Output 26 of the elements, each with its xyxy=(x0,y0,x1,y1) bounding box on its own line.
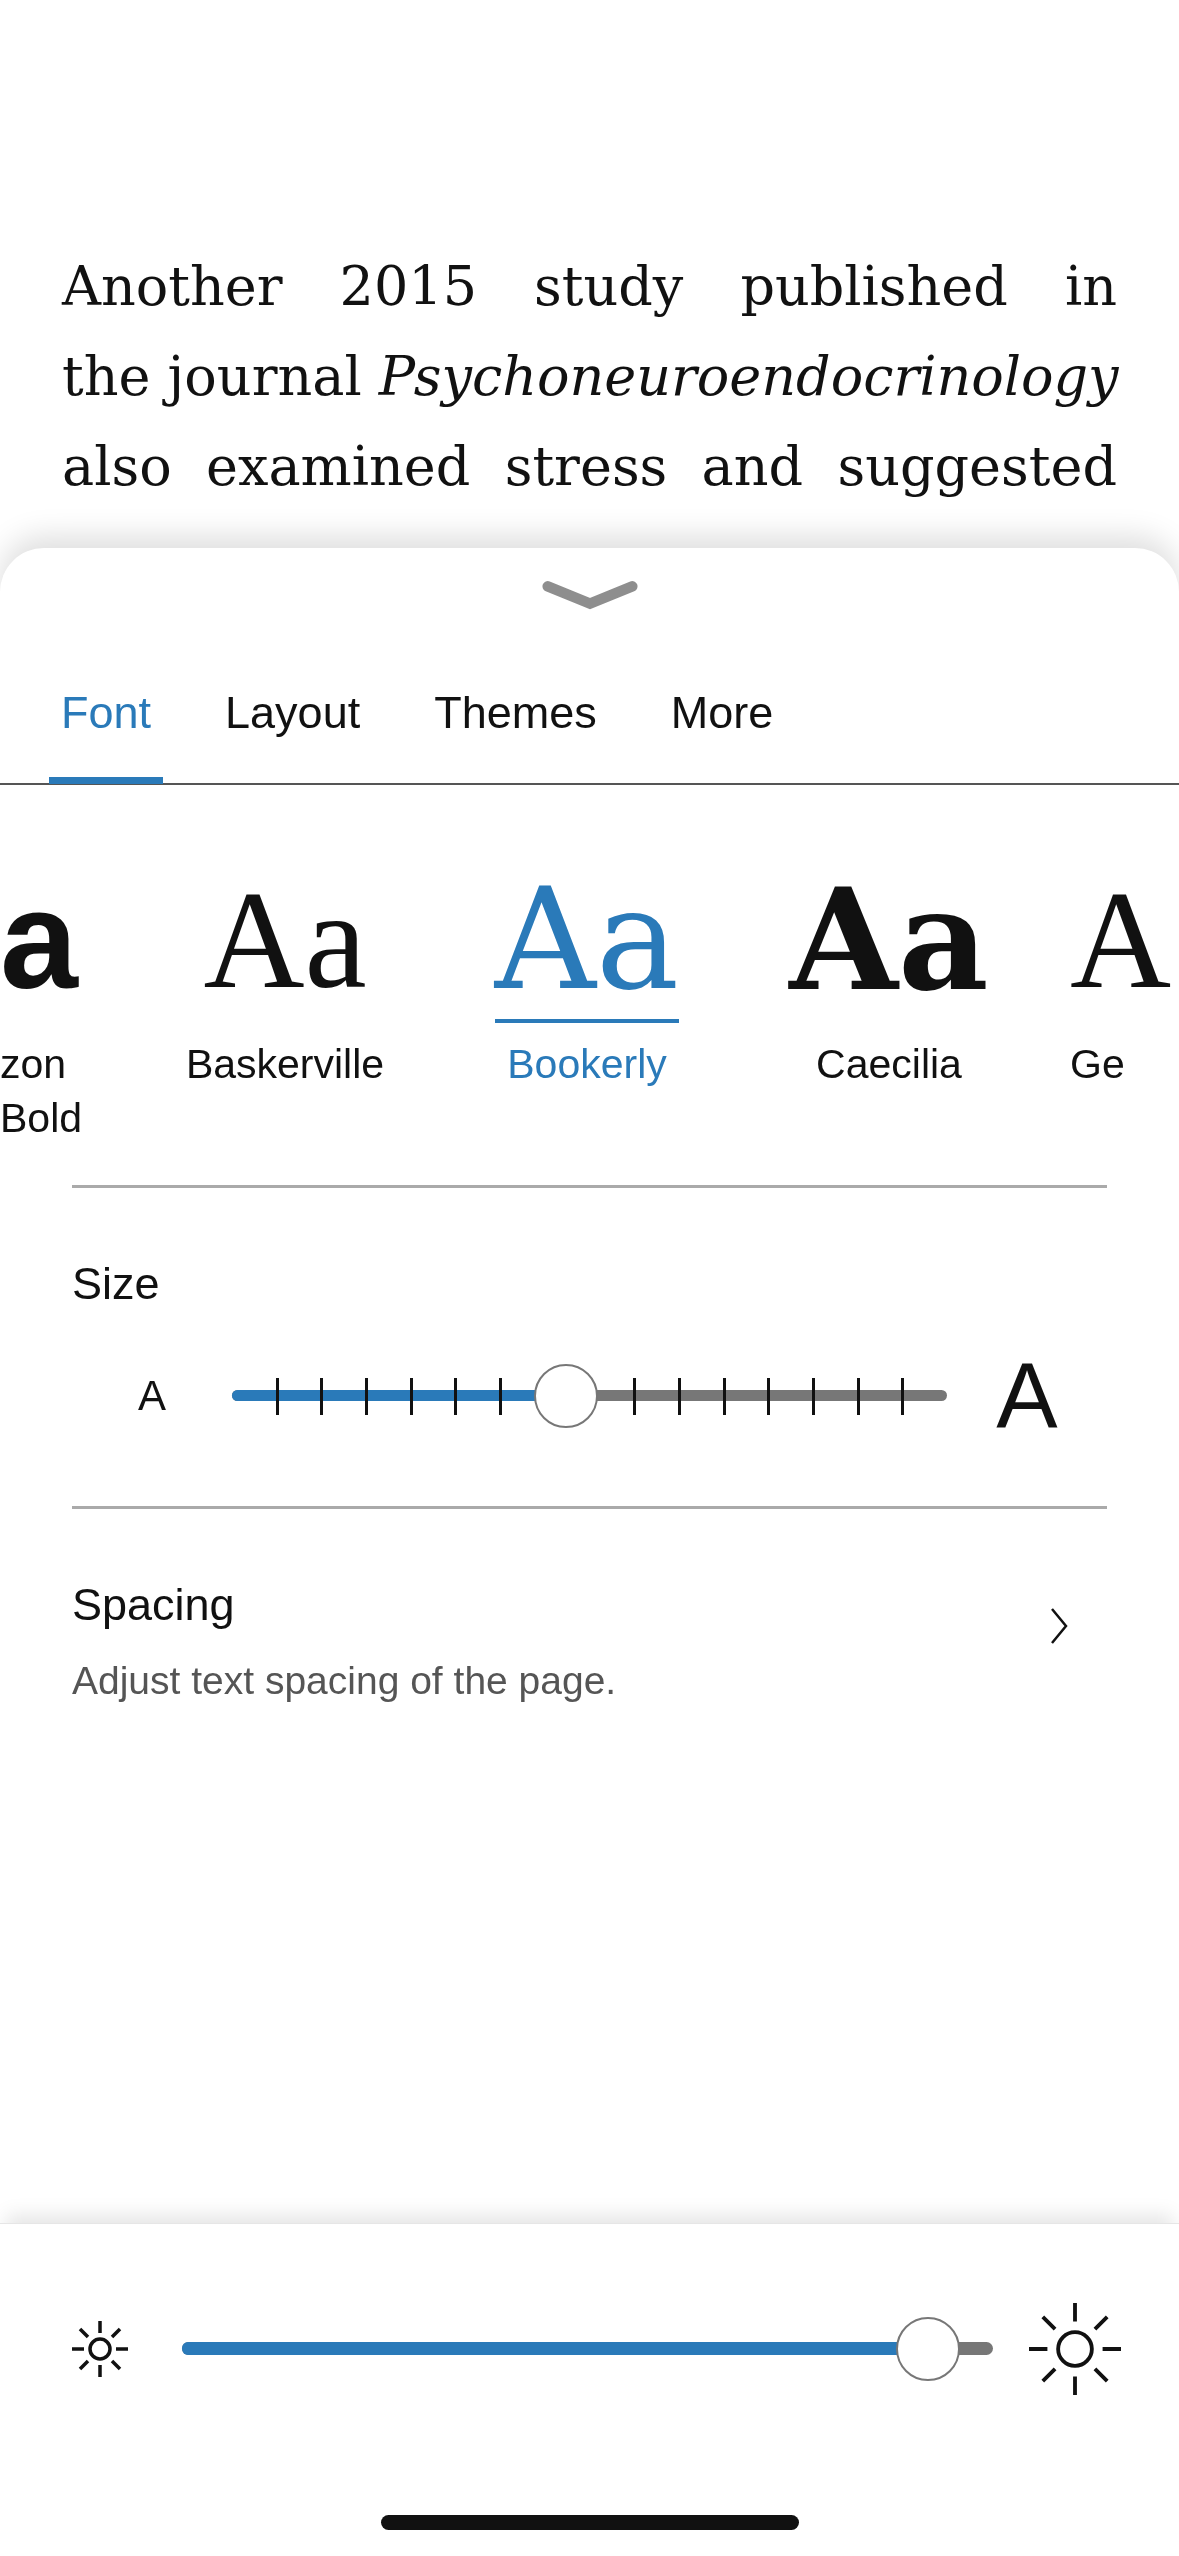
collapse-icon[interactable] xyxy=(541,580,638,610)
size-title: Size xyxy=(72,1258,161,1310)
bright-brightness-icon xyxy=(1029,2303,1121,2395)
tab[interactable]: Layout xyxy=(213,665,373,784)
dim-brightness-icon xyxy=(70,2319,130,2379)
font-sample[interactable]: Aa xyxy=(203,865,367,1023)
body-text-line: Another 2015 study published in xyxy=(62,254,1117,320)
chevron-right-icon[interactable] xyxy=(1049,1606,1069,1646)
tab[interactable]: Themes xyxy=(422,665,609,784)
font-name[interactable]: Bookerly xyxy=(507,1037,667,1091)
font-sample[interactable]: Aa xyxy=(789,865,989,1023)
font-name[interactable]: Caecilia xyxy=(816,1037,962,1091)
body-text-line: also examined stress and suggested xyxy=(62,434,1117,500)
font-name[interactable]: zon Bold xyxy=(0,1037,110,1145)
small-size-label: A xyxy=(137,1372,167,1420)
large-size-label: A xyxy=(995,1343,1059,1449)
font-sample[interactable]: a xyxy=(0,865,78,1023)
tab[interactable]: More xyxy=(658,665,786,784)
font-sample[interactable]: Aa xyxy=(494,865,680,1023)
spacing-title[interactable]: Spacing xyxy=(72,1579,617,1631)
tab[interactable]: Font xyxy=(49,665,164,784)
font-sample[interactable]: A xyxy=(1070,865,1172,1023)
body-text-line: the journal Psychoneuroendocrinology xyxy=(62,344,1117,410)
font-name[interactable]: Baskerville xyxy=(185,1037,385,1091)
font-name[interactable]: Ge xyxy=(1070,1037,1125,1091)
spacing-description: Adjust text spacing of the page. xyxy=(72,1659,617,1703)
